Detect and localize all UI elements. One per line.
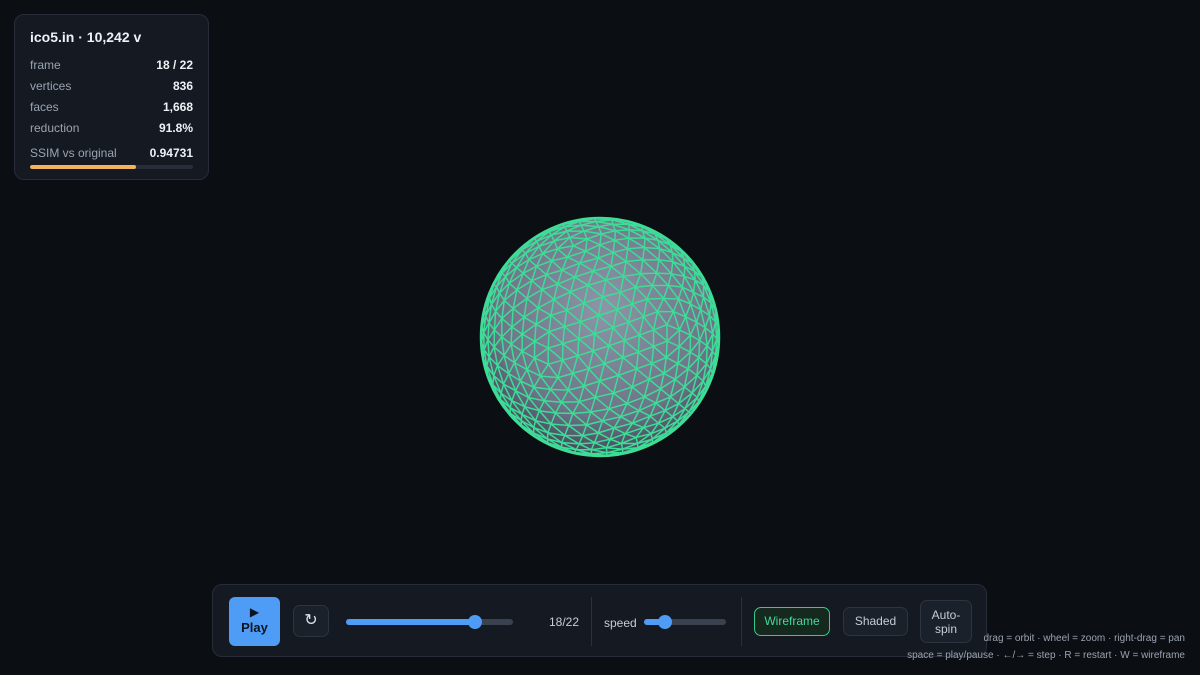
stats-panel: ico5.in · 10,242 v frame 18 / 22 vertice… <box>14 14 209 180</box>
3d-viewport[interactable]: ico5.in · 10,242 v frame 18 / 22 vertice… <box>0 0 1200 675</box>
stat-reduction: reduction 91.8% <box>30 118 193 139</box>
stat-label: frame <box>30 58 61 72</box>
divider <box>591 597 592 646</box>
shaded-toggle[interactable]: Shaded <box>843 607 908 636</box>
speed-slider-thumb[interactable] <box>657 615 672 629</box>
help-keys: space = play/pause · ←/→ = step · R = re… <box>907 650 1185 661</box>
stat-label: vertices <box>30 79 72 93</box>
frame-slider-thumb[interactable] <box>468 615 483 629</box>
mesh-render[interactable] <box>478 215 722 459</box>
autospin-label-line2: spin <box>934 622 957 636</box>
frame-slider[interactable] <box>346 615 513 629</box>
stat-ssim: SSIM vs original 0.94731 <box>30 143 193 164</box>
playback-controls: ▶ Play ↻ 18/22 speed Wireframe Shaded Au… <box>212 584 987 657</box>
restart-icon: ↻ <box>304 612 318 629</box>
autospin-toggle[interactable]: Auto- spin <box>920 600 972 643</box>
stat-value: 0.94731 <box>149 146 193 160</box>
stat-value: 836 <box>172 79 193 93</box>
stat-faces: faces 1,668 <box>30 97 193 118</box>
frame-slider-fill <box>346 619 476 625</box>
stat-value: 1,668 <box>162 100 193 114</box>
stat-vertices: vertices 836 <box>30 76 193 97</box>
play-button[interactable]: ▶ Play <box>229 597 280 646</box>
speed-slider[interactable] <box>644 615 726 629</box>
stat-value: 91.8% <box>158 121 193 135</box>
model-title: ico5.in · 10,242 v <box>30 29 142 45</box>
divider <box>741 597 742 646</box>
play-icon: ▶ <box>249 605 260 619</box>
wireframe-sphere <box>479 216 721 458</box>
wireframe-toggle[interactable]: Wireframe <box>754 607 830 636</box>
play-label: Play <box>241 620 268 635</box>
speed-label: speed <box>604 616 637 630</box>
stat-frame: frame 18 / 22 <box>30 55 193 76</box>
ssim-bar <box>30 165 193 169</box>
stat-label: faces <box>30 100 59 114</box>
ssim-bar-fill <box>30 165 136 169</box>
frame-readout: 18/22 <box>549 615 580 629</box>
stat-value: 18 / 22 <box>156 58 193 72</box>
stat-label: reduction <box>30 121 80 135</box>
stat-label: SSIM vs original <box>30 146 117 160</box>
autospin-label-line1: Auto- <box>931 608 961 622</box>
help-mouse: drag = orbit · wheel = zoom · right-drag… <box>983 633 1186 644</box>
restart-button[interactable]: ↻ <box>293 605 329 637</box>
